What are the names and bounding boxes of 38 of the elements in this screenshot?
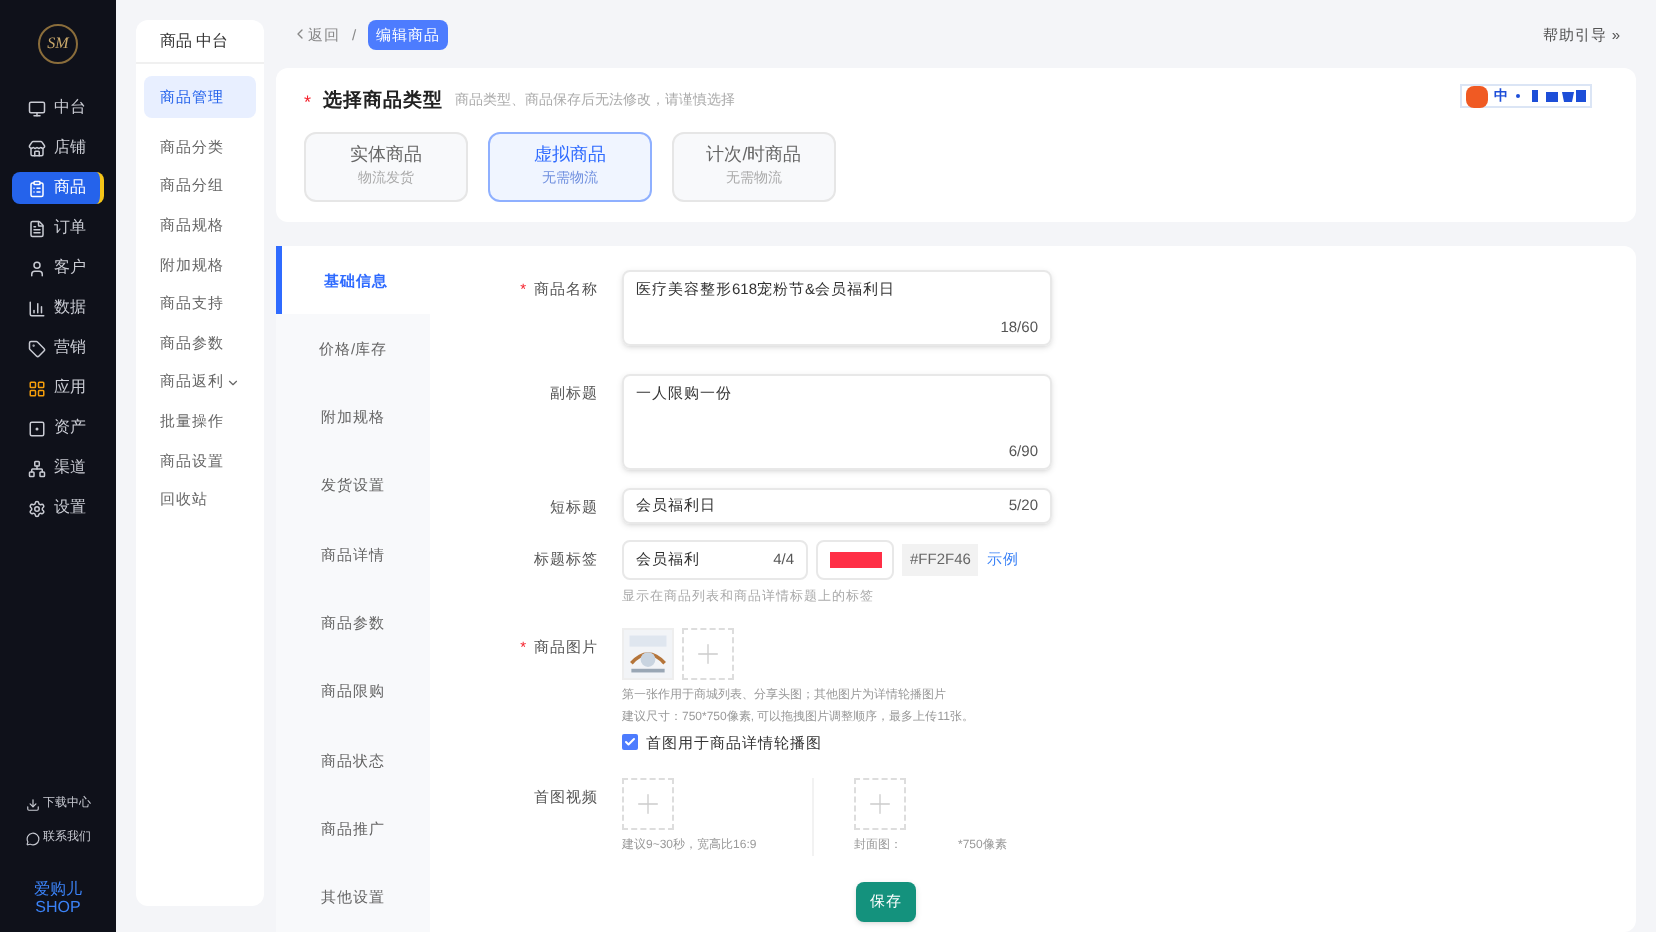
document-icon: [28, 219, 46, 237]
square-icon: [28, 419, 46, 437]
upload-slot[interactable]: [682, 627, 734, 680]
nav-item[interactable]: 渠道: [12, 452, 104, 484]
user-icon: [28, 259, 46, 277]
required-mark: *: [304, 89, 312, 116]
checkbox[interactable]: [622, 734, 638, 751]
ime-logo-icon: [1466, 85, 1488, 108]
upload-slot[interactable]: [622, 778, 674, 831]
section-title: 选择商品类型: [323, 88, 444, 117]
color-picker[interactable]: [816, 540, 894, 581]
logo: SM: [38, 24, 78, 64]
store-icon: [28, 139, 46, 157]
nav-item[interactable]: 客户: [12, 252, 104, 284]
nav-item[interactable]: 中台: [12, 92, 104, 124]
nav-item[interactable]: 商品: [12, 172, 104, 204]
network-icon: [28, 459, 46, 477]
upload-slot[interactable]: [854, 778, 906, 831]
chat-icon: [25, 832, 39, 846]
nav-item[interactable]: 营销: [12, 332, 104, 364]
monitor-icon: [28, 99, 46, 117]
clipboard-icon: [28, 179, 46, 197]
nav-item[interactable]: 应用: [12, 372, 104, 404]
chart-icon: [28, 299, 46, 317]
nav-item[interactable]: 店铺: [12, 132, 104, 164]
sub-sidebar-title: 商品 中台: [136, 20, 264, 64]
brand-logo: 爱购儿 SHOP: [34, 880, 82, 916]
nav-item[interactable]: 设置: [12, 492, 104, 524]
nav-item[interactable]: 数据: [12, 292, 104, 324]
tag-icon: [28, 339, 46, 357]
ime-tools-icon: [1514, 89, 1586, 104]
caret-icon: [226, 375, 240, 390]
settings-icon: [28, 499, 46, 517]
apps-icon: [28, 379, 46, 397]
nav-item[interactable]: 资产: [12, 412, 104, 444]
nav-item[interactable]: 订单: [12, 212, 104, 244]
back-icon: [292, 26, 308, 43]
download-icon: [25, 798, 39, 812]
